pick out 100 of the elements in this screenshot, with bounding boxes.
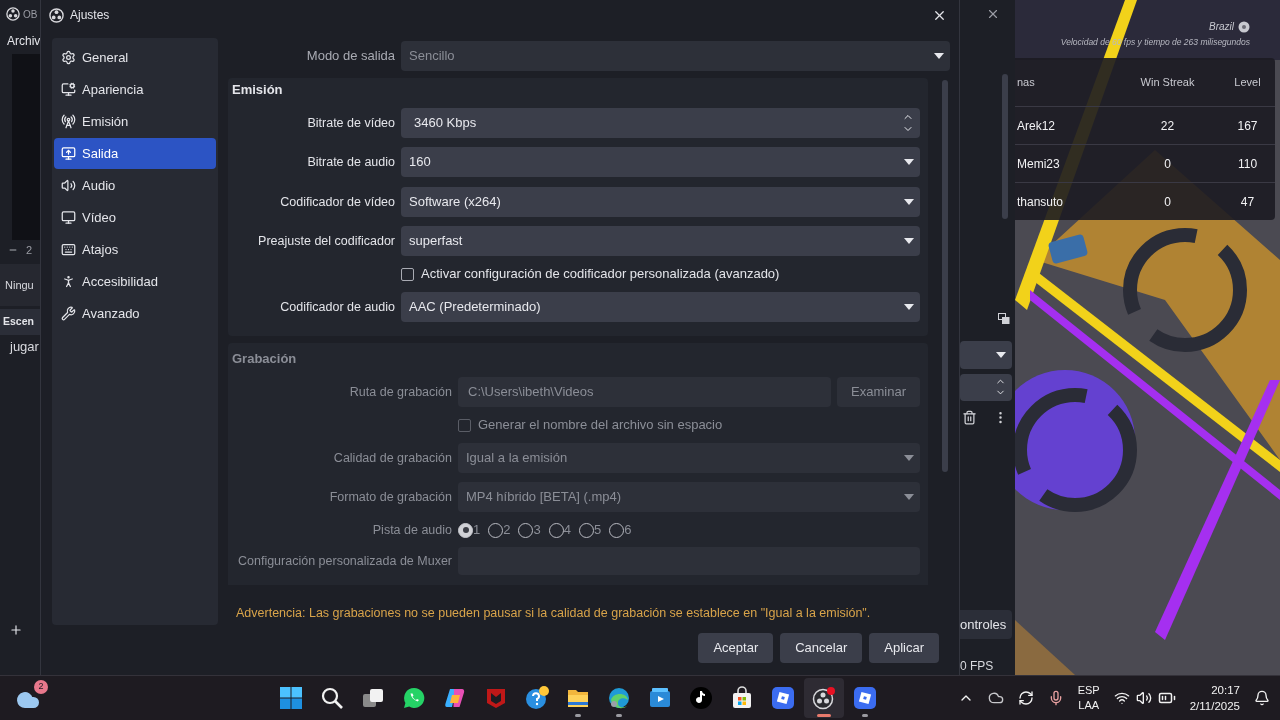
record-circle-icon bbox=[812, 686, 836, 710]
table-cell-text: Arek12 bbox=[1016, 117, 1057, 135]
help-icon bbox=[525, 686, 549, 710]
column-header: nas bbox=[1016, 74, 1036, 90]
field-label: Pista de audio bbox=[371, 521, 452, 539]
caret-icon bbox=[904, 455, 914, 461]
scrollbar[interactable] bbox=[942, 80, 948, 472]
status-text: Velocidad de 60 fps y tiempo de 263 milisegundos bbox=[1060, 36, 1250, 49]
wifi-icon[interactable] bbox=[1113, 690, 1130, 706]
language-indicator[interactable]: ESP LAA bbox=[1077, 683, 1100, 713]
sync-icon[interactable] bbox=[1017, 690, 1034, 706]
trash-icon[interactable] bbox=[962, 410, 977, 426]
caret-icon bbox=[904, 494, 914, 500]
scene-item[interactable]: jugar bbox=[10, 337, 39, 357]
radio-label: 2 bbox=[503, 521, 511, 540]
active-indicator bbox=[817, 714, 831, 717]
globe-icon bbox=[1238, 20, 1250, 33]
field-label: Ruta de grabación bbox=[348, 383, 452, 401]
swirl-icon bbox=[607, 686, 631, 710]
dropdown[interactable] bbox=[960, 341, 1012, 369]
grid-logo-icon bbox=[279, 686, 303, 710]
sidebar-item[interactable]: General bbox=[54, 42, 216, 73]
table-cell-text: 0 bbox=[1163, 155, 1172, 173]
search-icon bbox=[320, 686, 344, 710]
menu-item[interactable]: Archiv bbox=[7, 32, 40, 50]
field-label: Codificador de vídeo bbox=[279, 193, 395, 211]
logo-icon bbox=[6, 7, 20, 21]
taskbar-button[interactable] bbox=[804, 678, 844, 718]
caret-icon bbox=[904, 199, 914, 205]
caret-icon bbox=[904, 159, 914, 165]
dropdown[interactable]: superfast bbox=[401, 226, 920, 256]
sidebar-item[interactable]: Atajos bbox=[54, 234, 216, 265]
window-title: Ajustes bbox=[70, 7, 110, 24]
table-cell-text: 110 bbox=[1236, 155, 1259, 173]
spin-field[interactable] bbox=[960, 373, 1012, 401]
running-indicator bbox=[616, 714, 622, 717]
sidebar-item[interactable]: Salida bbox=[54, 138, 216, 169]
field-label: Bitrate de vídeo bbox=[306, 114, 395, 132]
shopping-bag-icon bbox=[730, 686, 754, 710]
field-label: Calidad de grabación bbox=[332, 449, 452, 467]
sidebar-item[interactable]: Avanzado bbox=[54, 298, 216, 329]
table-cell-text: 22 bbox=[1159, 117, 1176, 135]
dropdown[interactable]: AAC (Predeterminado) bbox=[401, 292, 920, 322]
cloud-icon[interactable] bbox=[987, 690, 1004, 706]
stacked-squares-icon bbox=[361, 686, 385, 710]
panel-header: Escen bbox=[3, 314, 34, 330]
monitor-icon bbox=[61, 82, 76, 97]
sidebar-item[interactable]: Vídeo bbox=[54, 202, 216, 233]
dialog-button[interactable]: Aceptar bbox=[698, 633, 774, 663]
windows-icon[interactable] bbox=[998, 312, 1010, 325]
monitor-icon bbox=[61, 210, 76, 225]
field-label: Bitrate de audio bbox=[306, 153, 395, 171]
ribbon-logo-icon bbox=[443, 686, 467, 710]
fps-text: 0 FPS bbox=[960, 658, 994, 675]
radio-label: 4 bbox=[563, 521, 571, 540]
table-cell-text: 47 bbox=[1239, 193, 1256, 211]
caret-icon bbox=[904, 304, 914, 310]
field-label: Codificador de audio bbox=[279, 298, 395, 316]
scrollbar[interactable] bbox=[1002, 73, 1008, 219]
music-note-icon bbox=[689, 686, 713, 710]
group-title: Grabación bbox=[232, 350, 298, 367]
dialog-button[interactable]: Aplicar bbox=[869, 633, 939, 663]
spin-field[interactable]: 3460 Kbps bbox=[401, 108, 920, 138]
plus-icon[interactable] bbox=[9, 623, 23, 637]
region-label: Brazil bbox=[1209, 20, 1234, 34]
panel-text: Ningu bbox=[5, 277, 34, 293]
speaker-icon[interactable] bbox=[1135, 690, 1152, 706]
column-header: Level bbox=[1233, 74, 1262, 90]
table-cell-text: 0 bbox=[1163, 193, 1172, 211]
zoom-value: 2 bbox=[26, 242, 33, 258]
table-cell-text: 167 bbox=[1236, 117, 1259, 135]
sidebar-item[interactable]: Audio bbox=[54, 170, 216, 201]
controls-button[interactable]: ontroles bbox=[960, 609, 1012, 640]
tools-icon bbox=[61, 306, 76, 321]
play-tile-icon bbox=[648, 686, 672, 710]
clock[interactable]: 20:17 2/11/2025 bbox=[1189, 682, 1240, 714]
shield-icon bbox=[484, 686, 508, 710]
dropdown[interactable]: Software (x264) bbox=[401, 187, 920, 217]
tilted-square-icon bbox=[853, 686, 877, 710]
sidebar-item[interactable]: Apariencia bbox=[54, 74, 216, 105]
dialog-button[interactable]: Cancelar bbox=[780, 633, 863, 663]
checkbox-label: Generar el nombre del archivo sin espacio bbox=[478, 416, 723, 435]
speaker-icon bbox=[61, 178, 76, 193]
dropdown[interactable]: 160 bbox=[401, 147, 920, 177]
sidebar-item[interactable]: Emisión bbox=[54, 106, 216, 137]
dropdown[interactable]: Sencillo bbox=[401, 41, 950, 71]
checkbox[interactable] bbox=[401, 267, 414, 281]
field-label: Formato de grabación bbox=[328, 488, 452, 506]
logo-icon bbox=[49, 7, 64, 23]
table-cell-text: Memi23 bbox=[1016, 155, 1061, 173]
group-title: Emisión bbox=[232, 81, 284, 98]
window-title: OB bbox=[23, 7, 38, 22]
running-indicator bbox=[862, 714, 868, 717]
sidebar-item[interactable]: Accesibilidad bbox=[54, 266, 216, 297]
bell-icon[interactable] bbox=[1254, 690, 1270, 706]
running-indicator bbox=[575, 714, 581, 717]
radio-label: 5 bbox=[593, 521, 602, 540]
radio-label: 1 bbox=[473, 521, 481, 540]
antenna-icon bbox=[61, 114, 76, 129]
field-label: Configuración personalizada de Muxer bbox=[237, 552, 452, 570]
